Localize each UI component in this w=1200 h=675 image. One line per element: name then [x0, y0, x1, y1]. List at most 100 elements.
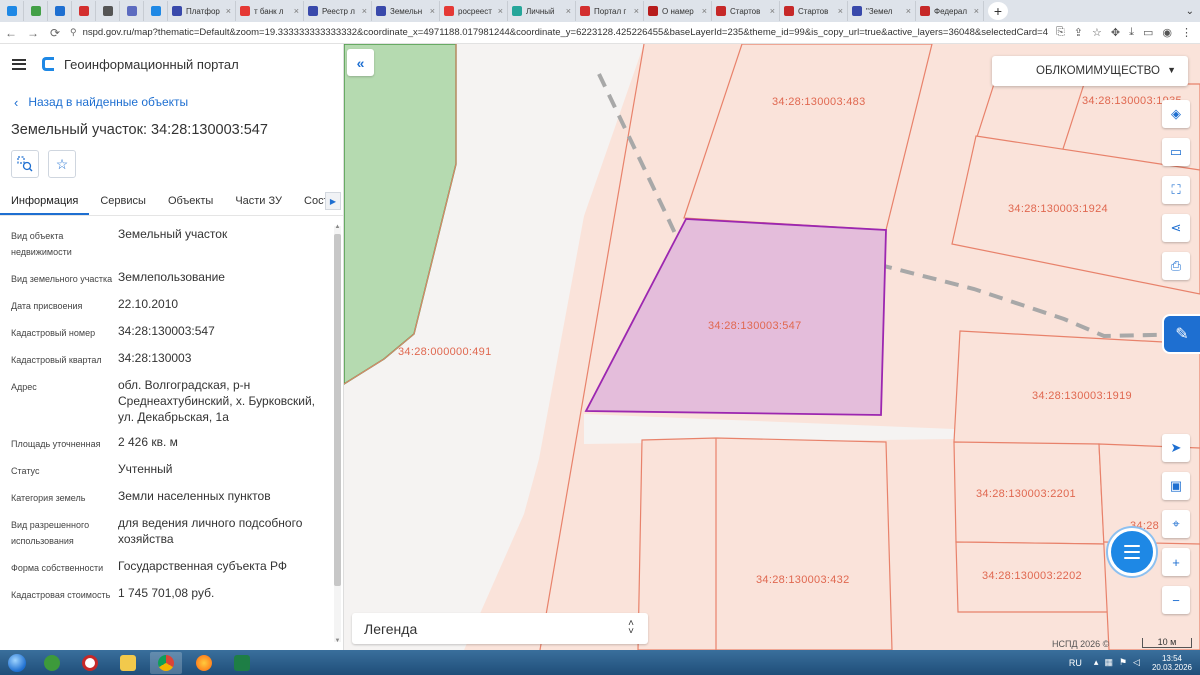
browser-tab[interactable]: Стартов ×: [780, 1, 848, 21]
layers-button[interactable]: ◈: [1162, 100, 1190, 128]
browser-tab[interactable]: Платфор ×: [168, 1, 236, 21]
layer-select[interactable]: ОБЛКОМИМУЩЕСТВО ▼: [992, 56, 1188, 86]
property-row: Статус Учтенный: [0, 457, 343, 484]
reload-icon[interactable]: ⟳: [44, 26, 66, 40]
basemap-button[interactable]: ▣: [1162, 472, 1190, 500]
scroll-down-icon[interactable]: ▼: [334, 638, 341, 644]
taskbar-app-qgis[interactable]: [36, 652, 68, 674]
site-info-icon[interactable]: ⚲: [70, 27, 77, 38]
close-tab-icon[interactable]: ×: [292, 6, 299, 16]
measure-button[interactable]: ▭: [1162, 138, 1190, 166]
tab-objects[interactable]: Объекты: [157, 186, 224, 215]
browser-tab[interactable]: Федерал ×: [916, 1, 984, 21]
close-tab-icon[interactable]: ×: [564, 6, 571, 16]
collapse-panel-button[interactable]: «: [347, 49, 374, 76]
back-icon[interactable]: ←: [0, 26, 22, 40]
url-text: nspd.gov.ru/map?thematic=Default&zoom=19…: [82, 27, 1048, 38]
close-tab-icon[interactable]: ×: [836, 6, 843, 16]
taskbar-app-firefox[interactable]: [188, 652, 220, 674]
tab-favicon-icon: [6, 6, 17, 16]
browser-tab[interactable]: [144, 1, 168, 21]
close-tab-icon[interactable]: ×: [428, 6, 435, 16]
tabs-scroll-right-button[interactable]: ▶: [325, 192, 341, 210]
browser-tab[interactable]: Портал г ×: [576, 1, 644, 21]
browser-tab[interactable]: росреест ×: [440, 1, 508, 21]
url-field[interactable]: ⚲ nspd.gov.ru/map?thematic=Default&zoom=…: [70, 24, 1048, 42]
selected-parcel-547[interactable]: [584, 218, 887, 416]
taskbar-app-excel[interactable]: [226, 652, 258, 674]
tab-search-icon[interactable]: ▭: [1143, 26, 1153, 39]
back-to-results-link[interactable]: ‹ Назад в найденные объекты: [0, 84, 343, 120]
browser-tab[interactable]: [96, 1, 120, 21]
share-button[interactable]: ⋖: [1162, 214, 1190, 242]
panel-scrollbar[interactable]: ▲ ▼: [334, 224, 341, 644]
scroll-up-icon[interactable]: ▲: [334, 224, 341, 230]
downloads-icon[interactable]: ⤓: [1129, 26, 1134, 39]
tab-list-chevron-icon[interactable]: ⌄: [1186, 6, 1194, 17]
bookmark-star-icon[interactable]: ☆: [1092, 26, 1102, 39]
select-area-button[interactable]: ⛶: [1162, 176, 1190, 204]
close-tab-icon[interactable]: ×: [904, 6, 911, 16]
close-tab-icon[interactable]: ×: [632, 6, 639, 16]
browser-tab[interactable]: [24, 1, 48, 21]
chat-assistant-button[interactable]: [1108, 528, 1156, 576]
zoom-in-button[interactable]: +: [1162, 548, 1190, 576]
zoom-out-button[interactable]: −: [1162, 586, 1190, 614]
start-button[interactable]: [4, 652, 30, 674]
property-value: 1 745 701,08 руб.: [118, 586, 215, 600]
menu-icon[interactable]: [12, 58, 26, 70]
browser-tab[interactable]: т банк л ×: [236, 1, 304, 21]
tray-arrow-icon[interactable]: ▴: [1094, 657, 1099, 668]
taskbar-app-explorer[interactable]: [112, 652, 144, 674]
map-view[interactable]: 34:28:130003:483 34:28:130003:1935 34:28…: [344, 44, 1200, 650]
property-row: Кадастровый номер 34:28:130003:547: [0, 319, 343, 346]
scrollbar-thumb[interactable]: [334, 234, 341, 586]
browser-tab[interactable]: Реестр л ×: [304, 1, 372, 21]
taskbar-app-chrome[interactable]: [150, 651, 182, 674]
browser-tab[interactable]: Стартов ×: [712, 1, 780, 21]
browser-tab[interactable]: [48, 1, 72, 21]
folder-icon: [120, 654, 136, 671]
profile-icon[interactable]: ◉: [1162, 26, 1172, 39]
close-tab-icon[interactable]: ×: [360, 6, 367, 16]
favorite-button[interactable]: ☆: [48, 150, 76, 178]
close-tab-icon[interactable]: ×: [496, 6, 503, 16]
language-indicator[interactable]: RU: [1069, 658, 1082, 668]
feedback-button[interactable]: ✎: [1162, 314, 1200, 354]
browser-tab[interactable]: Личный ×: [508, 1, 576, 21]
legend-dropdown[interactable]: Легенда ˄ ˅: [352, 613, 648, 644]
share-icon[interactable]: ⇪: [1074, 26, 1083, 39]
geolocation-button[interactable]: ➤: [1162, 434, 1190, 462]
tab-information[interactable]: Информация: [0, 186, 90, 215]
close-tab-icon[interactable]: ×: [768, 6, 775, 16]
locate-button[interactable]: ⌖: [1162, 510, 1190, 538]
property-value: Земли населенных пунктов: [118, 489, 271, 503]
property-key: Категория земель: [11, 493, 86, 503]
forward-icon[interactable]: →: [22, 26, 44, 40]
extensions-icon[interactable]: ✥: [1111, 26, 1120, 39]
show-on-map-button[interactable]: [11, 150, 39, 178]
zoom-to-object-icon: [17, 156, 33, 172]
flag-icon[interactable]: ⚑: [1119, 657, 1127, 668]
print-button[interactable]: ⎙: [1162, 252, 1190, 280]
caret-down-icon: ▼: [1167, 65, 1176, 75]
layers-icon: ◈: [1171, 106, 1181, 121]
close-tab-icon[interactable]: ×: [972, 6, 979, 16]
network-icon[interactable]: ▦: [1104, 657, 1113, 668]
browser-tab[interactable]: [72, 1, 96, 21]
browser-tab[interactable]: "Земел ×: [848, 1, 916, 21]
close-tab-icon[interactable]: ×: [700, 6, 707, 16]
browser-menu-icon[interactable]: ⋮: [1181, 26, 1192, 39]
browser-tab[interactable]: О намер ×: [644, 1, 712, 21]
browser-tab[interactable]: Земельн ×: [372, 1, 440, 21]
new-tab-button[interactable]: +: [988, 2, 1008, 20]
tab-land-parts[interactable]: Части ЗУ: [224, 186, 293, 215]
tab-services[interactable]: Сервисы: [89, 186, 157, 215]
taskbar-app-ccleaner[interactable]: [74, 652, 106, 674]
close-tab-icon[interactable]: ×: [224, 6, 231, 16]
browser-tab[interactable]: [0, 1, 24, 21]
volume-icon[interactable]: ◁: [1133, 657, 1140, 668]
browser-tab[interactable]: [120, 1, 144, 21]
translate-icon[interactable]: ⎘: [1056, 26, 1065, 39]
clock[interactable]: 13:54 20.03.2026: [1152, 654, 1192, 672]
